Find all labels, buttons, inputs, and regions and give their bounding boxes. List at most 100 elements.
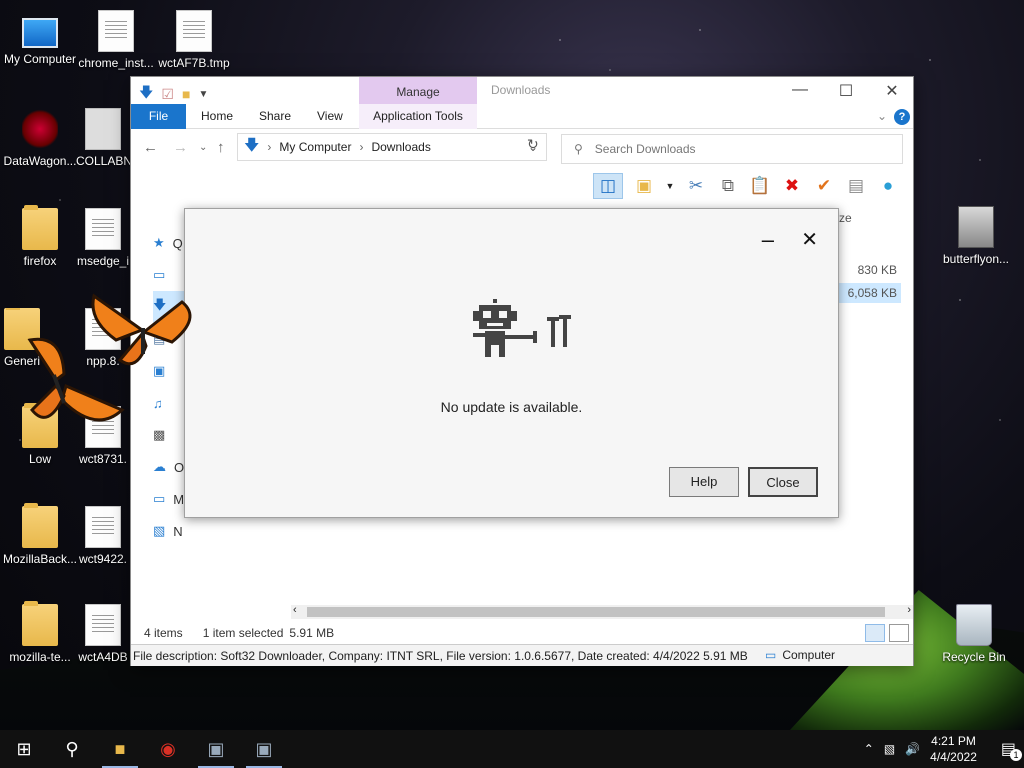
notification-count: 1: [1010, 749, 1022, 761]
back-arrow-icon[interactable]: ←: [143, 139, 158, 156]
start-button[interactable]: ⊞: [0, 730, 48, 768]
manage-context-tab[interactable]: Manage: [359, 77, 477, 104]
chrome-icon[interactable]: ◉: [144, 730, 192, 768]
desktop-icon-label: My Computer: [3, 52, 77, 66]
size-column-header[interactable]: ze: [839, 211, 852, 225]
desktop-icon-label: chrome_inst...: [78, 56, 154, 70]
network-icon[interactable]: ▧: [884, 742, 895, 756]
minimize-button[interactable]: —: [785, 81, 815, 99]
cut-icon[interactable]: ✂: [685, 175, 707, 197]
sidebar-item-label: Q: [172, 235, 183, 251]
volume-icon[interactable]: 🔊: [905, 742, 920, 756]
sidebar-item-network[interactable]: ▧ N: [153, 515, 193, 547]
close-button[interactable]: Close: [748, 467, 818, 497]
help-button[interactable]: Help: [669, 467, 739, 497]
help-icon[interactable]: ?: [894, 109, 910, 125]
desktop-icon-wctaf7b[interactable]: wctAF7B.tmp: [154, 10, 234, 70]
desktop-icon-mozilla-te[interactable]: mozilla-te...: [0, 601, 80, 664]
desktop-icon-mozillaback[interactable]: MozillaBack...: [0, 503, 80, 566]
download-arrow-icon: 🡇: [139, 84, 154, 100]
view-toggle: [865, 624, 909, 642]
desktop-icon-collab[interactable]: COLLABN: [76, 108, 130, 168]
recent-dropdown-icon[interactable]: ⌄: [199, 142, 207, 153]
document-icon: [85, 506, 121, 548]
video-icon: ▩: [153, 427, 166, 442]
globe-icon[interactable]: ●: [877, 175, 899, 197]
chevron-down-icon[interactable]: ⌄: [877, 109, 887, 123]
scrollbar-thumb[interactable]: [307, 607, 885, 617]
folder-icon: [22, 601, 58, 646]
clock-date: 4/4/2022: [930, 750, 977, 764]
desktop-icon-my-computer[interactable]: My Computer: [0, 10, 80, 66]
status-bar: 4 items 1 item selected 5.91 MB: [131, 622, 913, 644]
tab-application-tools[interactable]: Application Tools: [359, 104, 477, 129]
quick-access-toolbar: 🡇 ☑ ■ ▼: [139, 82, 208, 106]
tab-file[interactable]: File: [131, 104, 186, 129]
close-window-button[interactable]: ✕: [877, 81, 907, 101]
tab-home[interactable]: Home: [189, 104, 245, 129]
desktop-icon-wcta4db[interactable]: wctA4DB: [76, 604, 130, 664]
tab-share[interactable]: Share: [247, 104, 303, 129]
scroll-left-icon[interactable]: ‹: [293, 604, 297, 616]
desktop-icon-wct9422[interactable]: wct9422.: [76, 506, 130, 566]
desktop-icon-recycle-bin[interactable]: Recycle Bin: [934, 604, 1014, 664]
properties-icon[interactable]: ☑: [161, 86, 174, 103]
copy-icon[interactable]: ⧉: [717, 175, 739, 197]
desktop-icon-firefox[interactable]: firefox: [0, 205, 80, 268]
forward-arrow-icon[interactable]: →: [173, 139, 188, 156]
large-icons-view-icon[interactable]: [889, 624, 909, 642]
qat-dropdown-icon[interactable]: ▼: [198, 89, 208, 100]
location-indicator: ▭ Computer: [765, 648, 835, 662]
datawagon-icon: [22, 108, 58, 150]
chevron-up-icon[interactable]: ⌃: [864, 742, 874, 756]
desktop-icon-label: wctA4DB: [78, 650, 128, 664]
system-tray: ⌃ ▧ 🔊 4:21 PM 4/4/2022 ▤ 1: [864, 730, 1024, 768]
scroll-right-icon[interactable]: ›: [907, 604, 911, 616]
desktop-icon-chrome-installer[interactable]: chrome_inst...: [76, 10, 156, 70]
file-explorer-icon[interactable]: ■: [96, 730, 144, 768]
search-icon[interactable]: ⚲: [48, 730, 96, 768]
robot-tools-icon: [473, 299, 571, 357]
address-bar[interactable]: 🡇 › My Computer › Downloads ⌄: [237, 133, 547, 161]
desktop-icon-msedge[interactable]: msedge_i: [76, 208, 130, 268]
desktop-icon-label: mozilla-te...: [9, 650, 71, 664]
breadcrumb-downloads[interactable]: Downloads: [371, 140, 430, 154]
clock-time: 4:21 PM: [931, 734, 976, 748]
rename-icon[interactable]: ▤: [845, 175, 867, 197]
tab-view[interactable]: View: [305, 104, 355, 129]
update-dialog[interactable]: – ✕ No update is available. Help Close: [184, 208, 839, 518]
computer-icon: ▭: [765, 648, 777, 662]
new-folder-icon[interactable]: ■: [182, 86, 190, 102]
details-bar: File description: Soft32 Downloader, Com…: [131, 644, 913, 666]
music-icon: ♫: [153, 395, 163, 411]
new-item-dropdown-icon[interactable]: ▼: [665, 175, 675, 197]
desktop-icon-datawagon[interactable]: DataWagon...: [0, 108, 80, 168]
breadcrumb-my-computer[interactable]: My Computer: [279, 140, 351, 154]
title-bar[interactable]: 🡇 ☑ ■ ▼ Manage Downloads — ☐ ✕: [131, 77, 913, 104]
details-view-icon[interactable]: [865, 624, 885, 642]
desktop-icon-label: wct9422.: [78, 552, 128, 566]
installer-app-icon[interactable]: ▣: [240, 730, 288, 768]
maximize-button[interactable]: ☐: [831, 81, 861, 101]
minimize-icon[interactable]: –: [762, 227, 774, 253]
file-size-selected[interactable]: 6,058 KB: [839, 283, 901, 303]
horizontal-scrollbar[interactable]: ‹ ›: [291, 604, 913, 619]
desktop-icon-butterflyon[interactable]: butterflyon...: [936, 206, 1016, 266]
paste-icon[interactable]: 📋: [749, 175, 771, 197]
checkmark-icon[interactable]: ✔: [813, 175, 835, 197]
refresh-icon[interactable]: ↻: [527, 136, 539, 153]
close-icon[interactable]: ✕: [801, 227, 818, 252]
notification-icon[interactable]: ▤ 1: [1001, 739, 1022, 761]
taskbar: ⊞ ⚲ ■ ◉ ▣ ▣ ⌃ ▧ 🔊 4:21 PM 4/4/2022 ▤ 1: [0, 730, 1024, 768]
desktop-icon-label: wct8731.: [78, 452, 128, 466]
folder-icon: [22, 503, 58, 548]
new-item-icon[interactable]: ▣: [633, 175, 655, 197]
up-arrow-icon[interactable]: ↑: [217, 139, 225, 156]
location-label: Computer: [782, 648, 836, 662]
document-icon: [176, 10, 212, 52]
delete-icon[interactable]: ✖: [781, 175, 803, 197]
installer-app-icon[interactable]: ▣: [192, 730, 240, 768]
search-input[interactable]: ⚲ Search Downloads: [561, 134, 903, 164]
clock[interactable]: 4:21 PM 4/4/2022: [930, 733, 977, 765]
preview-pane-icon[interactable]: ◫: [593, 173, 623, 199]
